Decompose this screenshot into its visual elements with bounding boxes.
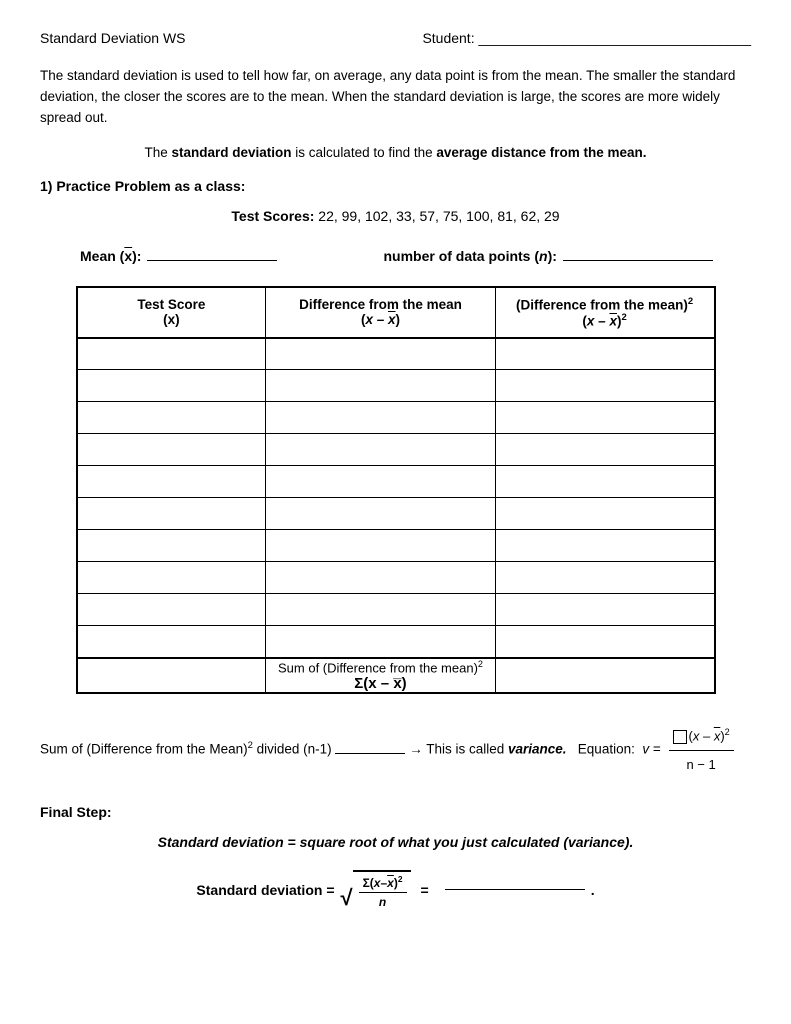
- diff-sq-cell: [495, 402, 714, 434]
- mean-blank: [147, 260, 277, 261]
- diff-sq-cell: [495, 530, 714, 562]
- sum-label-cell: Sum of (Difference from the mean)2 Σ(x –…: [266, 658, 495, 693]
- section1-title: 1) Practice Problem as a class:: [40, 178, 751, 194]
- table-row: [77, 466, 715, 498]
- score-cell: [77, 338, 266, 370]
- sum-label-line1: Sum of (Difference from the mean)2: [266, 659, 494, 675]
- sd-formula-prefix: Standard deviation =: [196, 882, 334, 898]
- table-row: [77, 626, 715, 658]
- bold-statement: The standard deviation is calculated to …: [40, 145, 751, 160]
- sum-empty-col1: [77, 658, 266, 693]
- col2-header-line1: Difference from the mean: [272, 297, 488, 312]
- score-cell: [77, 594, 266, 626]
- diff-cell: [266, 626, 495, 658]
- sd-frac-num: Σ(x–x)2: [359, 874, 407, 893]
- col2-header-line2: (x – x): [272, 312, 488, 327]
- diff-sq-cell: [495, 434, 714, 466]
- scores-label: Test Scores:: [231, 208, 314, 224]
- table-row: [77, 594, 715, 626]
- col1-header-line2: (x): [84, 312, 260, 327]
- bold-prefix: The: [145, 145, 172, 160]
- col1-header-line1: Test Score: [84, 297, 260, 312]
- diff-cell: [266, 594, 495, 626]
- final-step-label: Final Step:: [40, 804, 751, 820]
- score-cell: [77, 402, 266, 434]
- score-cell: [77, 434, 266, 466]
- diff-sq-cell: [495, 370, 714, 402]
- diff-sq-cell: [495, 466, 714, 498]
- sd-frac-den: n: [375, 893, 390, 909]
- col3-header: (Difference from the mean)2 (x – x)2: [495, 287, 714, 338]
- test-scores-line: Test Scores: 22, 99, 102, 33, 57, 75, 10…: [40, 208, 751, 224]
- n-label-text: number of data points (n):: [383, 248, 556, 264]
- mean-xbar: x: [124, 248, 132, 264]
- diff-cell: [266, 434, 495, 466]
- score-cell: [77, 498, 266, 530]
- bold-term1: standard deviation: [172, 145, 292, 160]
- diff-sq-cell: [495, 594, 714, 626]
- sd-formula-row: Standard deviation = √ Σ(x–x)2 n = .: [40, 870, 751, 909]
- sd-answer-blank: [445, 889, 585, 890]
- table-row: [77, 434, 715, 466]
- equals-sign: =: [421, 882, 429, 898]
- diff-sq-cell: [495, 562, 714, 594]
- sd-fraction: Σ(x–x)2 n: [359, 874, 407, 909]
- final-step-section: Final Step: Standard deviation = square …: [40, 804, 751, 909]
- diff-cell: [266, 530, 495, 562]
- table-row: [77, 370, 715, 402]
- worksheet-title: Standard Deviation WS: [40, 30, 186, 46]
- diff-cell: [266, 370, 495, 402]
- score-cell: [77, 370, 266, 402]
- col3-header-line2: (x – x)2: [502, 312, 708, 329]
- sum-row: Sum of (Difference from the mean)2 Σ(x –…: [77, 658, 715, 693]
- variance-text1: Sum of (Difference from the Mean)2 divid…: [40, 724, 734, 776]
- diff-cell: [266, 338, 495, 370]
- diff-cell: [266, 498, 495, 530]
- header: Standard Deviation WS Student: _________…: [40, 30, 751, 46]
- frac-denominator: n − 1: [682, 751, 719, 776]
- sqrt-content: Σ(x–x)2 n: [353, 870, 411, 909]
- score-cell: [77, 530, 266, 562]
- score-cell: [77, 562, 266, 594]
- sum-empty-col3: [495, 658, 714, 693]
- diff-sq-cell: [495, 626, 714, 658]
- student-label: Student: _______________________________…: [422, 30, 751, 46]
- score-cell: [77, 626, 266, 658]
- sum-formula: Σ(x – x̅): [266, 675, 494, 692]
- col3-header-line1: (Difference from the mean)2: [502, 296, 708, 313]
- variance-section: Sum of (Difference from the Mean)2 divid…: [40, 724, 751, 776]
- table-row: [77, 562, 715, 594]
- diff-cell: [266, 402, 495, 434]
- score-cell: [77, 466, 266, 498]
- frac-numerator: (x – x)2: [669, 724, 734, 751]
- table-row: [77, 530, 715, 562]
- diff-cell: [266, 466, 495, 498]
- bold-middle: is calculated to find the: [292, 145, 437, 160]
- table-header-row: Test Score (x) Difference from the mean …: [77, 287, 715, 338]
- table-row: [77, 402, 715, 434]
- scores-values: 22, 99, 102, 33, 57, 75, 100, 81, 62, 29: [318, 208, 559, 224]
- n-blank: [563, 260, 713, 261]
- diff-sq-cell: [495, 338, 714, 370]
- mean-n-row: Mean (x): number of data points (n):: [40, 248, 751, 264]
- sd-period: .: [591, 882, 595, 898]
- sqrt-wrapper: √ Σ(x–x)2 n: [341, 870, 411, 909]
- col2-header: Difference from the mean (x – x): [266, 287, 495, 338]
- intro-paragraph: The standard deviation is used to tell h…: [40, 66, 751, 129]
- variance-blank: [335, 753, 405, 754]
- box-icon: [673, 730, 687, 744]
- sqrt-icon: √: [341, 887, 353, 909]
- intro-text: The standard deviation is used to tell h…: [40, 68, 735, 125]
- bold-term2: average distance from the mean.: [436, 145, 646, 160]
- table-row: [77, 338, 715, 370]
- diff-sq-cell: [495, 498, 714, 530]
- mean-label-text: Mean (x):: [80, 248, 141, 264]
- col1-header: Test Score (x): [77, 287, 266, 338]
- variance-fraction: (x – x)2 n − 1: [669, 724, 734, 776]
- diff-cell: [266, 562, 495, 594]
- sd-description: Standard deviation = square root of what…: [40, 834, 751, 850]
- data-table: Test Score (x) Difference from the mean …: [76, 286, 716, 694]
- table-row: [77, 498, 715, 530]
